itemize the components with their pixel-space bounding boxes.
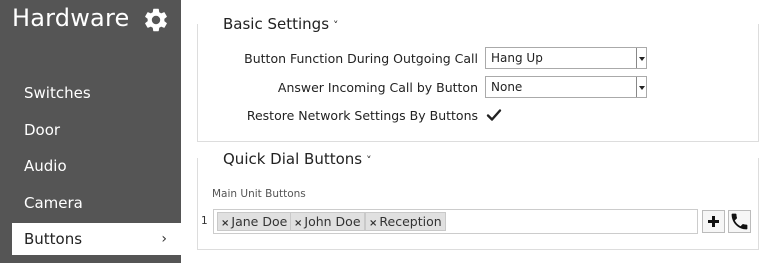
sidebar-item-camera[interactable]: Camera [12,187,181,219]
dropdown-arrow-icon [636,48,646,68]
sidebar-item-switches[interactable]: Switches [12,77,181,109]
remove-icon[interactable]: × [369,218,377,229]
sidebar-item-label: Switches [24,84,91,102]
contact-tag[interactable]: × John Doe [290,212,365,231]
remove-icon[interactable]: × [294,218,302,229]
contact-tag-label: Jane Doe [231,214,288,229]
button-function-value: Hang Up [491,51,543,65]
contact-tag-label: John Doe [304,214,361,229]
main-unit-buttons-label: Main Unit Buttons [212,188,306,200]
answer-incoming-label: Answer Incoming Call by Button [277,80,478,95]
contact-tag[interactable]: × Jane Doe [217,212,292,231]
quick-dial-panel [197,158,759,250]
chevron-down-icon: ˅ [333,19,339,32]
sidebar-item-buttons[interactable]: Buttons › [12,223,181,255]
dropdown-arrow-icon [636,77,646,97]
restore-network-checkbox[interactable] [485,106,503,124]
sidebar-item-label: Audio [24,157,67,175]
basic-settings-title-text: Basic Settings [223,15,330,33]
phone-icon [731,213,748,230]
chevron-down-icon: ˅ [366,154,372,167]
contact-tag[interactable]: × Reception [365,212,446,231]
basic-settings-title[interactable]: Basic Settings ˅ [219,15,343,33]
add-button[interactable] [702,210,725,233]
restore-network-label: Restore Network Settings By Buttons [246,108,478,123]
row-number: 1 [201,215,208,227]
sidebar-item-label: Buttons [24,230,83,248]
sidebar-item-label: Camera [24,194,83,212]
gear-icon[interactable] [142,6,170,34]
checkmark-icon [486,109,502,121]
remove-icon[interactable]: × [221,218,229,229]
sidebar-title: Hardware [12,4,130,32]
sidebar-item-label: Door [24,121,61,139]
quick-dial-tag-input[interactable]: × Jane Doe × John Doe × Reception [213,209,698,234]
contact-tag-label: Reception [379,214,442,229]
answer-incoming-select[interactable]: None [485,76,647,98]
sidebar-item-door[interactable]: Door [12,114,181,146]
call-button[interactable] [728,210,751,233]
chevron-right-icon: › [161,231,167,247]
button-function-select[interactable]: Hang Up [485,47,647,69]
answer-incoming-value: None [491,80,523,94]
quick-dial-title-text: Quick Dial Buttons [223,150,363,168]
quick-dial-title[interactable]: Quick Dial Buttons ˅ [219,150,376,168]
sidebar: Hardware Switches Door Audio Camera Butt… [0,0,181,263]
sidebar-item-audio[interactable]: Audio [12,150,181,182]
button-function-label: Button Function During Outgoing Call [244,51,478,66]
plus-icon [708,216,719,227]
